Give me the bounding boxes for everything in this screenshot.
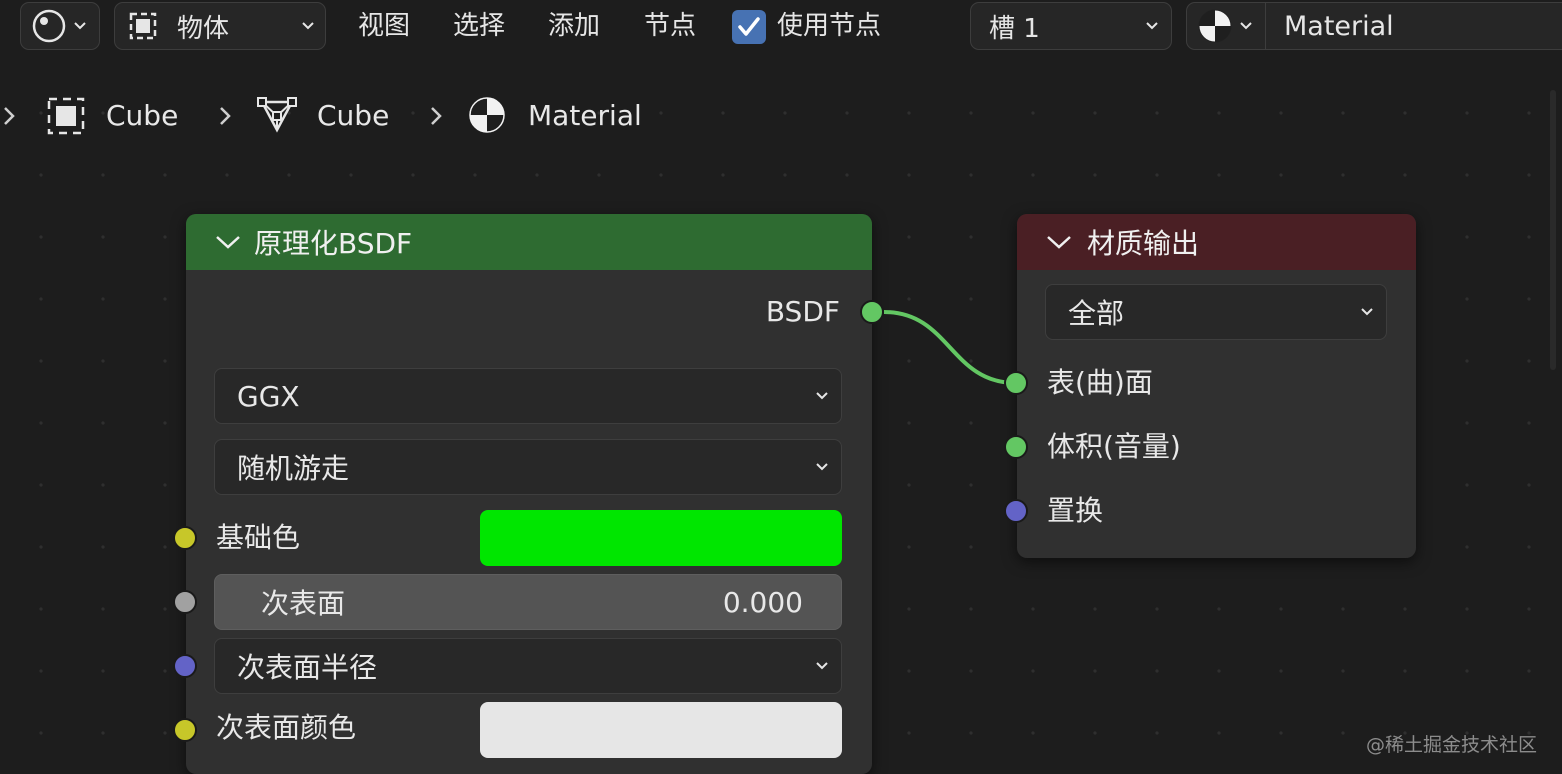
volume-input-socket[interactable] xyxy=(1004,435,1028,459)
subsurface-color-label: 次表面颜色 xyxy=(216,711,357,744)
subsurface-slider[interactable]: 次表面 0.000 xyxy=(214,574,842,630)
output-node-header[interactable]: 材质输出 xyxy=(1017,214,1416,270)
chevron-down-icon xyxy=(1361,308,1373,316)
distribution-dropdown[interactable]: GGX xyxy=(214,368,842,424)
distribution-value: GGX xyxy=(237,379,300,413)
bsdf-output-label: BSDF xyxy=(765,295,840,328)
principled-bsdf-node[interactable]: 原理化BSDF BSDF GGX 随机游走 基础色 次表面 0.000 次表面半… xyxy=(186,214,872,774)
watermark: @稀土掘金技术社区 xyxy=(1366,734,1538,756)
collapse-chevron-icon[interactable] xyxy=(214,232,242,252)
chevron-down-icon xyxy=(816,463,828,471)
displacement-input-socket[interactable] xyxy=(1004,499,1028,523)
subsurface-method-value: 随机游走 xyxy=(237,452,350,485)
subsurface-color-swatch[interactable] xyxy=(480,702,842,758)
base-color-socket[interactable] xyxy=(173,526,197,550)
subsurface-radius-dropdown[interactable]: 次表面半径 xyxy=(214,638,842,694)
surface-input-label: 表(曲)面 xyxy=(1047,366,1153,399)
base-color-label: 基础色 xyxy=(216,521,301,554)
render-target-dropdown[interactable]: 全部 xyxy=(1045,284,1387,340)
subsurface-value: 0.000 xyxy=(722,585,803,619)
collapse-chevron-icon[interactable] xyxy=(1045,232,1073,252)
subsurface-method-dropdown[interactable]: 随机游走 xyxy=(214,439,842,495)
volume-input-label: 体积(音量) xyxy=(1047,430,1181,463)
subsurface-label: 次表面 xyxy=(261,587,346,620)
output-node-title: 材质输出 xyxy=(1087,227,1200,260)
base-color-swatch[interactable] xyxy=(480,510,842,566)
subsurface-radius-socket[interactable] xyxy=(173,654,197,678)
surface-input-socket[interactable] xyxy=(1004,371,1028,395)
render-target-value: 全部 xyxy=(1068,297,1125,330)
subsurface-socket[interactable] xyxy=(173,590,197,614)
bsdf-output-socket[interactable] xyxy=(860,300,884,324)
subsurface-radius-label: 次表面半径 xyxy=(237,651,378,684)
material-output-node[interactable]: 材质输出 全部 表(曲)面 体积(音量) 置换 xyxy=(1017,214,1416,558)
chevron-down-icon xyxy=(816,392,828,400)
chevron-down-icon xyxy=(816,662,828,670)
subsurface-color-socket[interactable] xyxy=(173,718,197,742)
bsdf-node-header[interactable]: 原理化BSDF xyxy=(186,214,872,270)
displacement-input-label: 置换 xyxy=(1047,494,1104,527)
bsdf-node-title: 原理化BSDF xyxy=(254,227,413,260)
vertical-scrollbar[interactable] xyxy=(1550,90,1556,370)
